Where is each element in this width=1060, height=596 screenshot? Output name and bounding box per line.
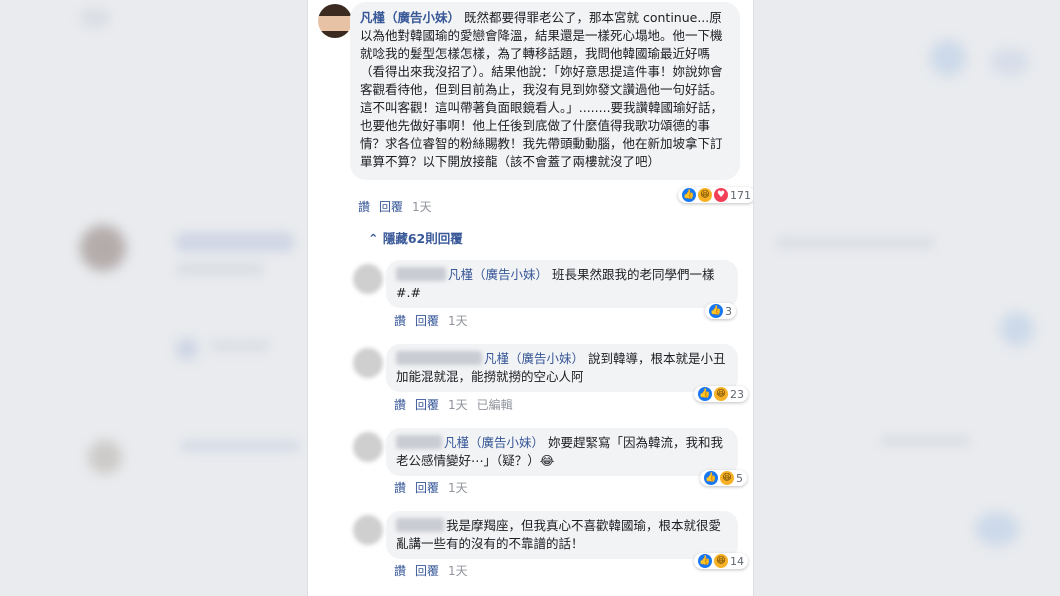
reaction-count: 5 [736, 471, 743, 485]
reaction-count: 14 [730, 554, 744, 568]
haha-icon: 😆 [698, 188, 712, 202]
timestamp[interactable]: 1天 [448, 562, 468, 579]
timestamp[interactable]: 1天 [448, 312, 468, 329]
reply-link[interactable]: 回覆 [415, 479, 439, 496]
hide-replies-link[interactable]: ⌃ 隱藏62則回覆 [368, 228, 463, 247]
edited-label[interactable]: 已編輯 [477, 396, 513, 413]
like-link[interactable]: 讚 [358, 198, 370, 215]
blurred-name [396, 435, 442, 449]
timestamp[interactable]: 1天 [448, 479, 468, 496]
reply-actions: 讚 回覆 1天 [394, 479, 468, 496]
main-comment-bubble: 凡槿（廣告小妹） 既然都要得罪老公了，那本宮就 continue...原以為他對… [350, 2, 740, 180]
reply-actions: 讚 回覆 1天 [394, 562, 468, 579]
reaction-count: 3 [725, 304, 732, 318]
reply-actions: 讚 回覆 1天 [394, 312, 468, 329]
reaction-count: 23 [730, 387, 744, 401]
like-link[interactable]: 讚 [394, 312, 406, 329]
reply-bubble: 凡槿（廣告小妹） 班長果然跟我的老同學們一樣#.# [386, 260, 738, 308]
tagged-name[interactable]: 凡槿（廣告小妹） [444, 435, 544, 450]
reply-link[interactable]: 回覆 [415, 312, 439, 329]
reply-reactions[interactable]: 👍 😆 5 [700, 470, 747, 486]
reply-actions: 讚 回覆 1天 已編輯 [394, 396, 513, 413]
reply-text: 我是摩羯座，但我真心不喜歡韓國瑜，根本就很愛亂講一些有的沒有的不靠譜的話！ [396, 518, 722, 551]
commenter-avatar[interactable] [318, 4, 352, 38]
timestamp[interactable]: 1天 [412, 198, 432, 215]
comment-text: 既然都要得罪老公了，那本宮就 continue...原以為他對韓國瑜的愛戀會降溫… [360, 10, 724, 169]
haha-icon: 😆 [720, 471, 734, 485]
like-icon: 👍 [698, 554, 712, 568]
reply-bubble: 凡槿（廣告小妹） 說到韓導，根本就是小丑加能混就混，能撈就撈的空心人阿 [386, 344, 738, 392]
reply-reactions[interactable]: 👍 😆 23 [694, 386, 748, 402]
blurred-name [396, 518, 444, 532]
comment-thread: 凡槿（廣告小妹） 既然都要得罪老公了，那本宮就 continue...原以為他對… [307, 0, 754, 596]
haha-icon: 😆 [714, 554, 728, 568]
love-icon: ♥ [714, 188, 728, 202]
reply-reactions[interactable]: 👍 3 [705, 303, 736, 319]
like-icon: 👍 [704, 471, 718, 485]
reply-link[interactable]: 回覆 [379, 198, 403, 215]
reply-bubble: 我是摩羯座，但我真心不喜歡韓國瑜，根本就很愛亂講一些有的沒有的不靠譜的話！ [386, 511, 738, 559]
like-icon: 👍 [709, 304, 723, 318]
hide-replies-label: 隱藏62則回覆 [382, 231, 463, 246]
tagged-name[interactable]: 凡槿（廣告小妹） [484, 351, 584, 366]
blurred-name [396, 351, 482, 365]
tagged-name[interactable]: 凡槿（廣告小妹） [448, 267, 548, 282]
reply-avatar[interactable] [353, 515, 383, 545]
timestamp[interactable]: 1天 [448, 396, 468, 413]
like-icon: 👍 [682, 188, 696, 202]
like-link[interactable]: 讚 [394, 479, 406, 496]
blurred-name [396, 267, 446, 281]
comment-author[interactable]: 凡槿（廣告小妹） [360, 10, 460, 25]
reaction-count: 171 [730, 188, 751, 202]
reply-link[interactable]: 回覆 [415, 562, 439, 579]
haha-icon: 😆 [714, 387, 728, 401]
reply-bubble: 凡槿（廣告小妹） 妳要趕緊寫「因為韓流，我和我老公感情變好⋯」（疑？）😂 [386, 428, 738, 476]
comment-actions: 讚 回覆 1天 [358, 198, 432, 215]
like-link[interactable]: 讚 [394, 562, 406, 579]
like-link[interactable]: 讚 [394, 396, 406, 413]
reply-avatar[interactable] [353, 348, 383, 378]
reply-avatar[interactable] [353, 264, 383, 294]
reaction-summary[interactable]: 👍 😆 ♥ 171 [678, 187, 753, 203]
chevron-up-icon: ⌃ [368, 231, 379, 246]
reply-reactions[interactable]: 👍 😆 14 [694, 553, 748, 569]
like-icon: 👍 [698, 387, 712, 401]
reply-link[interactable]: 回覆 [415, 396, 439, 413]
reply-avatar[interactable] [353, 432, 383, 462]
